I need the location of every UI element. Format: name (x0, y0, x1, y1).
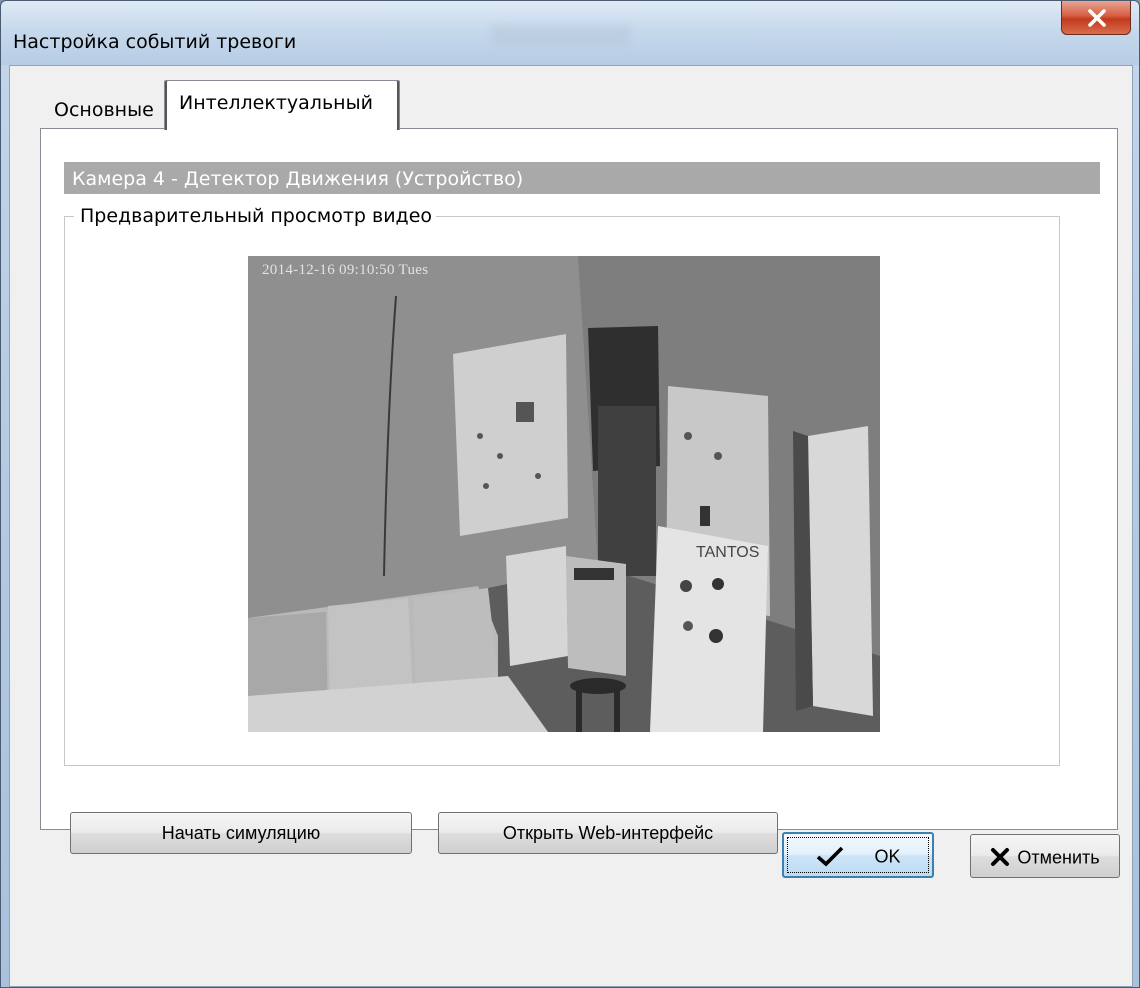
video-preview: 2014-12-16 09:10:50 Tues TANTOS (248, 256, 880, 732)
video-frame-image (248, 256, 880, 732)
title-bar-blur (491, 25, 631, 47)
cancel-button[interactable]: Отменить (970, 834, 1120, 878)
start-simulation-label: Начать симуляцию (161, 823, 321, 843)
tab-basic[interactable]: Основные (44, 88, 164, 126)
tab-intelligent[interactable]: Интеллектуальный (164, 80, 400, 130)
ok-button[interactable]: OK (782, 832, 934, 878)
cancel-label: Отменить (1017, 847, 1100, 868)
video-timestamp: 2014-12-16 09:10:50 Tues (262, 262, 429, 278)
window-title: Настройка событий тревоги (13, 31, 297, 53)
camera-event-header: Камера 4 - Детектор Движения (Устройство… (64, 162, 1100, 194)
tab-basic-label: Основные (54, 99, 154, 121)
close-icon (1088, 9, 1106, 27)
tab-intelligent-label: Интеллектуальный (179, 92, 373, 114)
video-brand-text: TANTOS (696, 544, 760, 561)
video-preview-group-label: Предварительный просмотр видео (74, 205, 437, 227)
x-icon (991, 848, 1010, 867)
title-bar[interactable]: Настройка событий тревоги (1, 1, 1139, 65)
start-simulation-button[interactable]: Начать симуляцию (70, 812, 412, 854)
close-button[interactable] (1061, 1, 1131, 35)
open-web-interface-label: Открыть Web-интерфейс (502, 823, 714, 843)
ok-focus-rect (787, 837, 929, 873)
open-web-interface-button[interactable]: Открыть Web-интерфейс (438, 812, 778, 854)
